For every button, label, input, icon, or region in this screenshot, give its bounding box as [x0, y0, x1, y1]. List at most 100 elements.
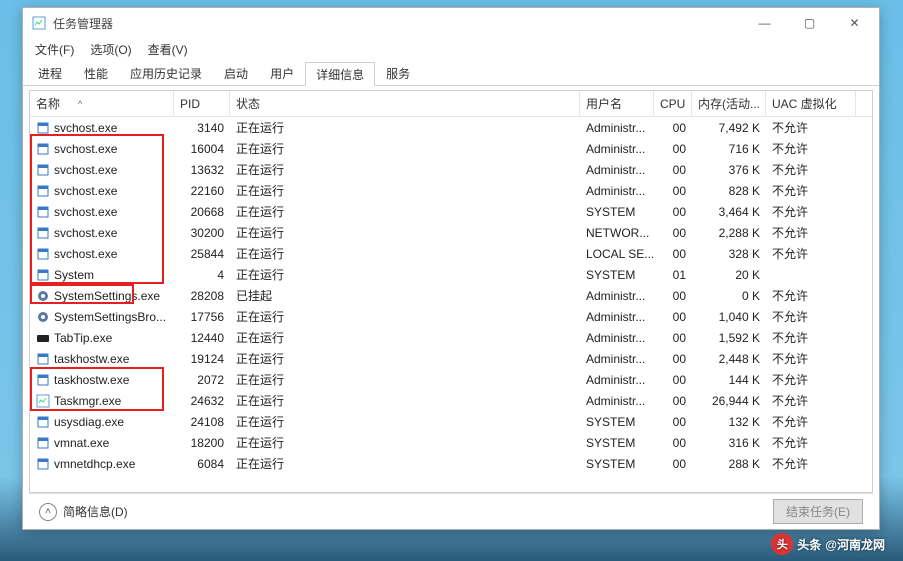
cell-name: vmnetdhcp.exe — [30, 453, 174, 474]
col-mem[interactable]: 内存(活动... — [692, 91, 766, 116]
minimize-button[interactable]: — — [742, 8, 787, 38]
menubar: 文件(F) 选项(O) 查看(V) — [23, 38, 879, 60]
table-row[interactable]: svchost.exe30200正在运行NETWOR...002,288 K不允… — [30, 222, 872, 243]
cell-pid: 28208 — [174, 285, 230, 306]
cell-pid: 4 — [174, 264, 230, 285]
cell-status: 正在运行 — [230, 411, 580, 432]
cell-status: 正在运行 — [230, 222, 580, 243]
cell-user: LOCAL SE... — [580, 243, 654, 264]
cell-uac: 不允许 — [766, 369, 856, 390]
cell-name: usysdiag.exe — [30, 411, 174, 432]
cell-mem: 716 K — [692, 138, 766, 159]
cell-uac — [766, 264, 856, 285]
watermark: 头 头条 @河南龙网 — [771, 533, 885, 555]
cell-mem: 376 K — [692, 159, 766, 180]
table-row[interactable]: svchost.exe22160正在运行Administr...00828 K不… — [30, 180, 872, 201]
tab-2[interactable]: 应用历史记录 — [119, 61, 213, 85]
table-row[interactable]: taskhostw.exe2072正在运行Administr...00144 K… — [30, 369, 872, 390]
col-name[interactable]: 名称 ^ — [30, 91, 174, 116]
titlebar[interactable]: 任务管理器 — ▢ ✕ — [23, 8, 879, 38]
tab-4[interactable]: 用户 — [259, 61, 305, 85]
table-row[interactable]: svchost.exe3140正在运行Administr...007,492 K… — [30, 117, 872, 138]
tab-3[interactable]: 启动 — [213, 61, 259, 85]
fewer-details[interactable]: ˄ 简略信息(D) — [39, 503, 128, 521]
table-row[interactable]: System4正在运行SYSTEM0120 K — [30, 264, 872, 285]
watermark-avatar-icon: 头 — [771, 533, 793, 555]
cell-cpu: 00 — [654, 180, 692, 201]
cell-mem: 26,944 K — [692, 390, 766, 411]
cell-user: Administr... — [580, 306, 654, 327]
col-uac[interactable]: UAC 虚拟化 — [766, 91, 856, 116]
table-row[interactable]: taskhostw.exe19124正在运行Administr...002,44… — [30, 348, 872, 369]
process-icon — [36, 310, 50, 324]
menu-file[interactable]: 文件(F) — [27, 39, 82, 60]
process-icon — [36, 247, 50, 261]
cell-uac: 不允许 — [766, 285, 856, 306]
process-icon — [36, 268, 50, 282]
table-row[interactable]: TabTip.exe12440正在运行Administr...001,592 K… — [30, 327, 872, 348]
cell-mem: 328 K — [692, 243, 766, 264]
maximize-button[interactable]: ▢ — [787, 8, 832, 38]
cell-name: svchost.exe — [30, 201, 174, 222]
cell-mem: 3,464 K — [692, 201, 766, 222]
cell-status: 正在运行 — [230, 180, 580, 201]
table-row[interactable]: usysdiag.exe24108正在运行SYSTEM00132 K不允许 — [30, 411, 872, 432]
cell-pid: 24632 — [174, 390, 230, 411]
cell-cpu: 00 — [654, 327, 692, 348]
col-status[interactable]: 状态 — [230, 91, 580, 116]
cell-uac: 不允许 — [766, 138, 856, 159]
cell-uac: 不允许 — [766, 327, 856, 348]
tab-5[interactable]: 详细信息 — [305, 62, 375, 86]
table-row[interactable]: vmnetdhcp.exe6084正在运行SYSTEM00288 K不允许 — [30, 453, 872, 474]
process-icon — [36, 331, 50, 345]
cell-user: SYSTEM — [580, 264, 654, 285]
cell-uac: 不允许 — [766, 306, 856, 327]
menu-options[interactable]: 选项(O) — [82, 39, 139, 60]
chevron-up-icon: ˄ — [39, 503, 57, 521]
cell-pid: 2072 — [174, 369, 230, 390]
cell-status: 正在运行 — [230, 264, 580, 285]
menu-view[interactable]: 查看(V) — [140, 39, 196, 60]
table-row[interactable]: Taskmgr.exe24632正在运行Administr...0026,944… — [30, 390, 872, 411]
cell-cpu: 00 — [654, 138, 692, 159]
cell-status: 正在运行 — [230, 243, 580, 264]
end-task-button[interactable]: 结束任务(E) — [773, 499, 863, 524]
table-row[interactable]: svchost.exe16004正在运行Administr...00716 K不… — [30, 138, 872, 159]
close-button[interactable]: ✕ — [832, 8, 877, 38]
table-header: 名称 ^ PID 状态 用户名 CPU 内存(活动... UAC 虚拟化 — [30, 91, 872, 117]
table-row[interactable]: svchost.exe20668正在运行SYSTEM003,464 K不允许 — [30, 201, 872, 222]
tab-1[interactable]: 性能 — [73, 61, 119, 85]
table-row[interactable]: svchost.exe13632正在运行Administr...00376 K不… — [30, 159, 872, 180]
cell-pid: 20668 — [174, 201, 230, 222]
col-cpu[interactable]: CPU — [654, 91, 692, 116]
cell-name: System — [30, 264, 174, 285]
cell-status: 正在运行 — [230, 117, 580, 138]
cell-pid: 19124 — [174, 348, 230, 369]
col-user[interactable]: 用户名 — [580, 91, 654, 116]
cell-cpu: 00 — [654, 306, 692, 327]
table-row[interactable]: SystemSettings.exe28208已挂起Administr...00… — [30, 285, 872, 306]
cell-cpu: 00 — [654, 369, 692, 390]
process-icon — [36, 415, 50, 429]
cell-cpu: 00 — [654, 159, 692, 180]
tab-6[interactable]: 服务 — [375, 61, 421, 85]
table-row[interactable]: svchost.exe25844正在运行LOCAL SE...00328 K不允… — [30, 243, 872, 264]
process-icon — [36, 457, 50, 471]
cell-pid: 12440 — [174, 327, 230, 348]
cell-mem: 1,040 K — [692, 306, 766, 327]
cell-user: SYSTEM — [580, 453, 654, 474]
process-icon — [36, 226, 50, 240]
process-icon — [36, 184, 50, 198]
cell-name: vmnat.exe — [30, 432, 174, 453]
cell-name: svchost.exe — [30, 180, 174, 201]
col-pid[interactable]: PID — [174, 91, 230, 116]
table-row[interactable]: SystemSettingsBro...17756正在运行Administr..… — [30, 306, 872, 327]
cell-user: Administr... — [580, 159, 654, 180]
process-icon — [36, 394, 50, 408]
cell-uac: 不允许 — [766, 117, 856, 138]
cell-user: Administr... — [580, 180, 654, 201]
cell-pid: 30200 — [174, 222, 230, 243]
table-row[interactable]: vmnat.exe18200正在运行SYSTEM00316 K不允许 — [30, 432, 872, 453]
tab-0[interactable]: 进程 — [27, 61, 73, 85]
table-body[interactable]: svchost.exe3140正在运行Administr...007,492 K… — [30, 117, 872, 492]
